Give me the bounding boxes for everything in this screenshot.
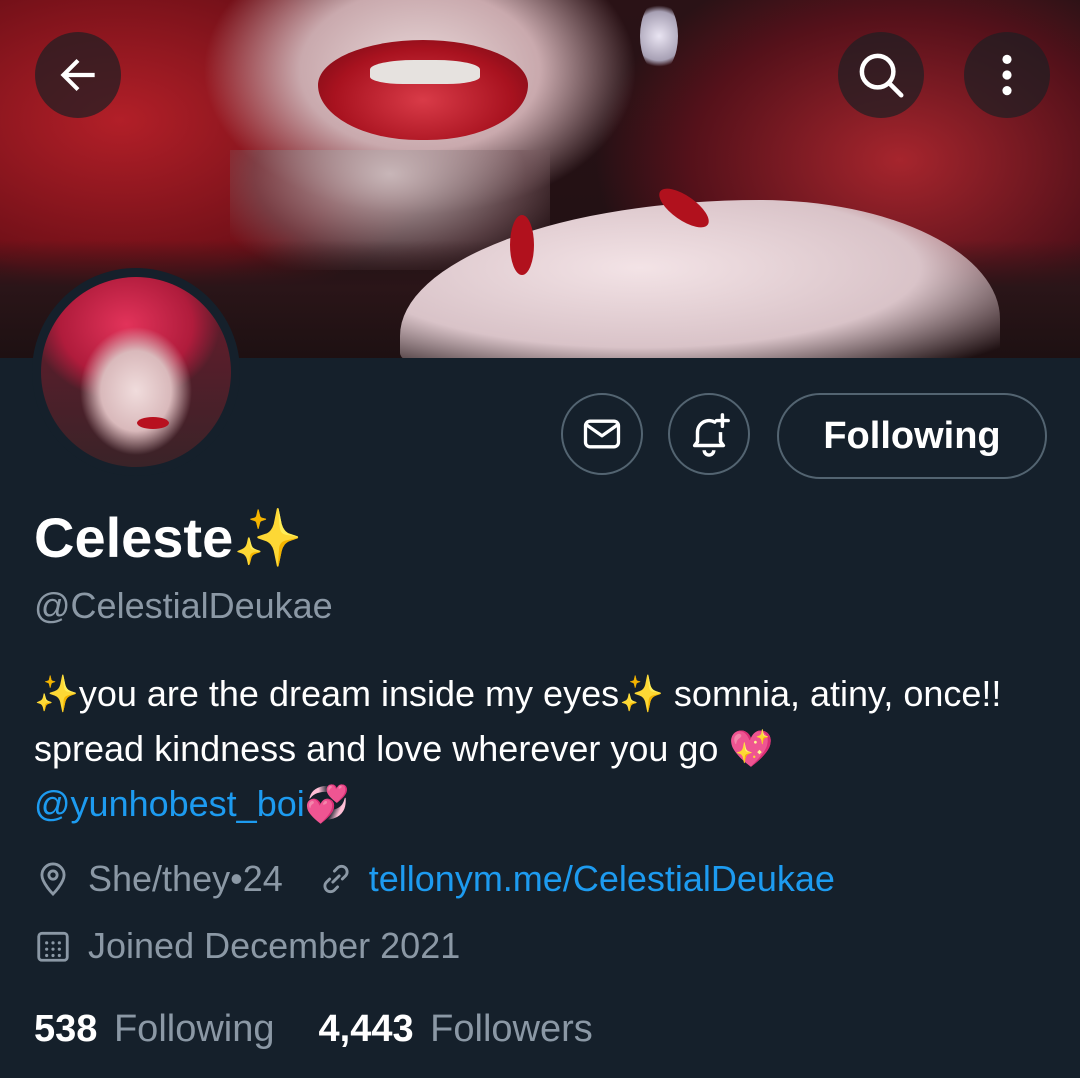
profile-meta-row: She/they•24 tellonym.me/CelestialDeukae: [34, 858, 835, 900]
avatar-image: [41, 277, 231, 467]
profile-website-link[interactable]: tellonym.me/CelestialDeukae: [369, 858, 835, 900]
following-button-label: Following: [823, 414, 1001, 457]
following-label: Following: [113, 1008, 275, 1050]
following-count: 538: [34, 1008, 98, 1050]
display-name: Celeste✨: [34, 505, 303, 571]
avatar-photo-lips: [137, 417, 169, 429]
sparkles-emoji: ✨: [34, 673, 79, 714]
location-pin-icon: [40, 862, 66, 897]
notifications-button[interactable]: [668, 393, 750, 475]
message-button[interactable]: [561, 393, 643, 475]
back-button[interactable]: [35, 32, 121, 118]
banner-photo-lips: [318, 40, 528, 140]
followers-stat[interactable]: 4,443 Followers: [319, 1008, 593, 1051]
followers-label: Followers: [430, 1008, 593, 1050]
user-handle: @CelestialDeukae: [34, 585, 333, 626]
bio-mention-link[interactable]: @yunhobest_boi: [34, 783, 305, 824]
more-button[interactable]: [964, 32, 1050, 118]
search-button[interactable]: [838, 32, 924, 118]
heart-emoji: 💖: [728, 728, 774, 769]
mail-icon: [583, 419, 621, 449]
following-stat[interactable]: 538 Following: [34, 1008, 275, 1051]
sparkles-emoji: ✨: [619, 673, 664, 714]
follow-stats: 538 Following 4,443 Followers: [34, 1008, 593, 1051]
profile-location: She/they•24: [88, 858, 283, 899]
hearts-emoji: 💞: [304, 783, 350, 824]
link-icon: [323, 864, 349, 894]
bell-plus-icon: [692, 413, 730, 457]
joined-date: Joined December 2021: [88, 925, 461, 966]
banner-photo-earring: [640, 0, 678, 72]
calendar-icon: [37, 931, 69, 962]
banner-photo-nail: [510, 215, 534, 275]
search-icon: [859, 53, 904, 98]
display-name-text: Celeste: [34, 506, 234, 569]
following-button[interactable]: Following: [777, 393, 1047, 479]
sparkles-emoji: ✨: [233, 506, 303, 569]
bio: ✨you are the dream inside my eyes✨ somni…: [34, 666, 1044, 831]
avatar[interactable]: [32, 268, 240, 476]
arrow-left-icon: [60, 58, 95, 92]
more-vertical-icon: [1002, 54, 1012, 96]
banner-photo-teeth: [370, 60, 480, 84]
profile-joined-row: Joined December 2021: [34, 925, 460, 967]
followers-count: 4,443: [318, 1008, 414, 1050]
bio-text: you are the dream inside my eyes: [78, 673, 620, 714]
